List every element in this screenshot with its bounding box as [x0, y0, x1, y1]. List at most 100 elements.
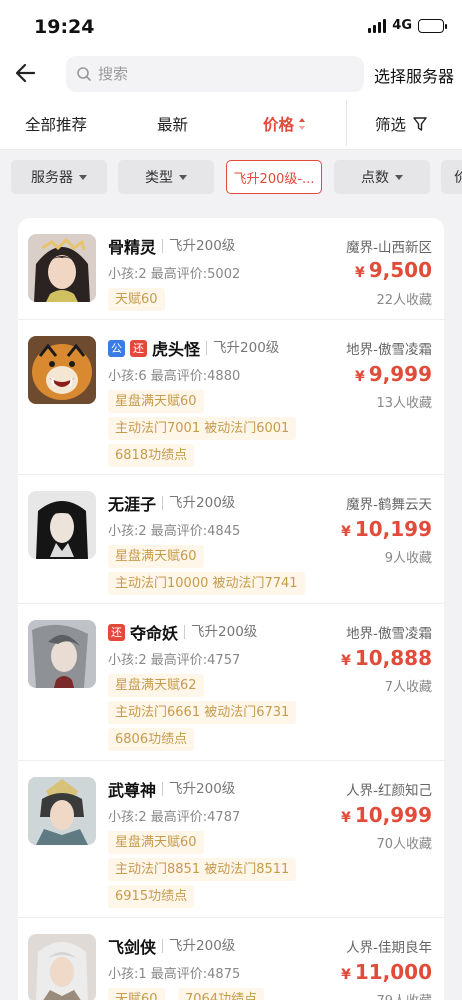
child-info: 小孩:2 最高评价:4787: [108, 810, 241, 825]
attribute-tag: 主动法门6661 被动法门6731: [108, 701, 297, 724]
price-value: 9,999: [368, 362, 432, 386]
price: ¥10,888: [341, 646, 432, 670]
status-bar: 19:24 4G: [0, 0, 462, 52]
status-time: 19:24: [34, 16, 95, 38]
favorites-count: 13人收藏: [376, 396, 432, 411]
currency-symbol: ¥: [341, 967, 351, 983]
favorites-count: 7人收藏: [384, 680, 432, 695]
price: ¥9,999: [355, 362, 432, 386]
caret-down-icon: [79, 174, 87, 180]
tab-price[interactable]: 价格: [263, 113, 306, 135]
sort-divider: [346, 100, 347, 146]
character-avatar: [28, 777, 96, 845]
favorites-count: 70人收藏: [376, 837, 432, 852]
tab-all-recommended[interactable]: 全部推荐: [25, 113, 87, 135]
child-info: 小孩:1 最高评价:4875: [108, 967, 241, 982]
character-avatar: [28, 491, 96, 559]
character-avatar: [28, 620, 96, 688]
caret-down-icon: [395, 174, 403, 180]
filter-server[interactable]: 服务器: [11, 160, 107, 194]
attribute-tag: 天赋60: [108, 988, 165, 1000]
child-info: 小孩:6 最高评价:4880: [108, 369, 241, 384]
price-value: 10,999: [354, 803, 432, 827]
attribute-tag: 主动法门7001 被动法门6001: [108, 417, 297, 440]
currency-symbol: ¥: [341, 524, 351, 540]
price: ¥11,000: [341, 960, 432, 984]
character-name: 武尊神: [108, 781, 157, 800]
listing-title-row: 武尊神 飞升200级: [108, 777, 235, 801]
price: ¥9,500: [355, 258, 432, 282]
attribute-tag: 星盘满天赋62: [108, 674, 204, 697]
public-badge: 公: [108, 339, 125, 357]
caret-down-icon: [179, 174, 187, 180]
character-level: 飞升200级: [162, 782, 235, 796]
listing-item[interactable]: 无涯子 飞升200级 小孩:2 最高评价:4845 星盘满天赋60 主动法门10…: [18, 475, 444, 604]
character-level: 飞升200级: [162, 939, 235, 953]
favorites-count: 79人收藏: [376, 990, 432, 1000]
character-level: 飞升200级: [162, 496, 235, 510]
top-bar: 选择服务器: [0, 52, 462, 96]
filter-bar: 服务器 类型 飞升200级-... 点数 价: [0, 150, 462, 206]
attribute-tag: 星盘满天赋60: [108, 545, 204, 568]
attribute-tag: 6806功绩点: [108, 728, 195, 751]
tab-newest[interactable]: 最新: [157, 113, 188, 135]
listing-title-row: 公 还 虎头怪 飞升200级: [108, 336, 279, 360]
attribute-tag: 天赋60: [108, 288, 165, 311]
battery-icon: [418, 18, 447, 33]
character-name: 飞剑侠: [108, 938, 157, 957]
back-arrow-icon: [15, 63, 36, 83]
filter-price-label: 价: [454, 170, 462, 186]
server-name: 地界-傲雪凌霜: [346, 342, 432, 358]
currency-symbol: ¥: [354, 369, 365, 385]
search-box[interactable]: [66, 56, 364, 92]
price-value: 10,199: [354, 517, 432, 541]
tab-filter[interactable]: 筛选: [375, 113, 428, 135]
listing-title-row: 无涯子 飞升200级: [108, 491, 235, 515]
filter-points[interactable]: 点数: [334, 160, 430, 194]
network-type: 4G: [392, 18, 412, 33]
filter-level[interactable]: 飞升200级-...: [226, 160, 322, 194]
filter-price[interactable]: 价: [441, 160, 462, 194]
character-level: 飞升200级: [206, 341, 279, 355]
currency-symbol: ¥: [341, 810, 351, 826]
character-name: 骨精灵: [108, 238, 157, 257]
attribute-tag: 星盘满天赋60: [108, 390, 204, 413]
signal-icon: [368, 18, 387, 33]
currency-symbol: ¥: [354, 265, 365, 281]
attribute-tag: 6818功绩点: [108, 444, 195, 467]
filter-type[interactable]: 类型: [118, 160, 214, 194]
filter-level-label: 飞升200级-...: [233, 171, 315, 187]
character-name: 虎头怪: [152, 340, 201, 359]
tab-filter-label: 筛选: [375, 116, 407, 134]
server-name: 人界-红颜知己: [346, 783, 432, 799]
back-button[interactable]: [12, 58, 42, 88]
filter-type-label: 类型: [145, 170, 173, 186]
price: ¥10,999: [341, 803, 432, 827]
bargain-badge: 还: [108, 623, 125, 641]
listing-item[interactable]: 还 夺命妖 飞升200级 小孩:2 最高评价:4757 星盘满天赋62 主动法门…: [18, 604, 444, 761]
listing-card: 骨精灵 飞升200级 小孩:2 最高评价:5002 天赋60 魔界-山西新区 ¥…: [18, 218, 444, 1000]
search-input[interactable]: [98, 65, 338, 83]
child-info: 小孩:2 最高评价:4845: [108, 524, 241, 539]
character-name: 无涯子: [108, 495, 157, 514]
attribute-tag: 主动法门8851 被动法门8511: [108, 858, 297, 881]
server-name: 魔界-山西新区: [346, 240, 432, 256]
listing-title-row: 还 夺命妖 飞升200级: [108, 620, 257, 644]
filter-icon: [413, 117, 427, 131]
listing-title-row: 骨精灵 飞升200级: [108, 234, 235, 258]
listing-title-row: 飞剑侠 飞升200级: [108, 934, 235, 958]
character-avatar: [28, 336, 96, 404]
attribute-tag: 7064功绩点: [178, 988, 265, 1000]
listing-item[interactable]: 武尊神 飞升200级 小孩:2 最高评价:4787 星盘满天赋60 主动法门88…: [18, 761, 444, 918]
character-avatar: [28, 234, 96, 302]
filter-points-label: 点数: [361, 170, 389, 186]
listing-item[interactable]: 骨精灵 飞升200级 小孩:2 最高评价:5002 天赋60 魔界-山西新区 ¥…: [18, 218, 444, 320]
listing-item[interactable]: 公 还 虎头怪 飞升200级 小孩:6 最高评价:4880 星盘满天赋60 主动…: [18, 320, 444, 475]
price: ¥10,199: [341, 517, 432, 541]
select-server-button[interactable]: 选择服务器: [374, 63, 454, 87]
search-icon: [77, 67, 91, 81]
character-avatar: [28, 934, 96, 1000]
attribute-tag: 主动法门10000 被动法门7741: [108, 572, 305, 595]
listing-item[interactable]: 飞剑侠 飞升200级 小孩:1 最高评价:4875 天赋60 7064功绩点 人…: [18, 918, 444, 1000]
server-name: 地界-傲雪凌霜: [346, 626, 432, 642]
